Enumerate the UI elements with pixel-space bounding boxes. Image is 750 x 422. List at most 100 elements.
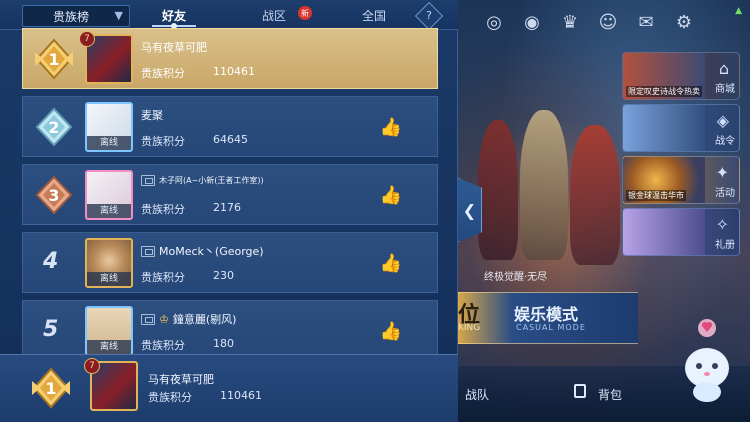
rank-number: 4 [43,249,59,274]
rank-type-label: 贵族榜 [53,9,90,24]
tab-national[interactable]: 全国 [362,7,386,24]
my-rank-number: 1 [45,379,56,398]
tab-region[interactable]: 战区 [262,7,286,24]
casual-mode-button[interactable]: 位 KING 娱乐模式 CASUAL MODE [458,292,638,344]
offline-label: 离线 [87,136,131,150]
my-score-value: 110461 [220,389,262,402]
noble-level-badge: 7 [84,358,100,374]
team-icon [141,175,155,186]
crown-icon: ♔ [159,312,169,326]
wifi-icon: ▲ [735,6,742,16]
active-tab-indicator [152,23,196,29]
mail-icon[interactable]: ✉ [632,8,660,36]
team-button[interactable]: 战队 [465,386,489,403]
gear-icon[interactable]: ⚙ [670,8,698,36]
player-name: MoMeck丶(George) [159,245,264,258]
leaderboard-row[interactable]: 4 离线 MoMeck丶(George) 贵族积分 230 👍 [22,232,438,293]
my-score-label: 贵族积分 [148,391,192,404]
hero-figure [570,125,620,265]
help-button[interactable]: ? [414,1,444,31]
score-value: 110461 [213,65,255,78]
new-badge: 新 [298,6,312,20]
avatar[interactable]: 离线 [85,238,133,288]
player-name-wrap: 麦聚 [141,107,163,123]
gift-icon: ✧ [715,215,729,234]
offline-label: 离线 [87,272,131,286]
casual-mode-title: 娱乐模式 [514,305,579,324]
player-name: 木子阿(A~小新(王者工作室)) [159,176,264,185]
leaderboard-row[interactable]: 1 7 马有夜草可肥 贵族积分 110461 [22,28,438,89]
tile-gift-label: 礼册 [715,240,735,251]
side-tiles: ⌂ 商城 限定叹史诗战令热卖 ◈ 战令 ✦ 活动 银金球温击华市 ✧ 礼册 [622,52,740,260]
eye-icon[interactable]: ◉ [518,8,546,36]
noble-level-badge: 7 [79,31,95,47]
events-icon: ✦ [715,163,729,182]
my-rank-bar[interactable]: 1 7 马有夜草可肥 贵族积分 110461 [0,354,458,422]
my-name: 马有夜草可肥 [148,373,214,386]
avatar[interactable]: 离线 [85,170,133,220]
top-icon-bar: ◎ ◉ ♛ ☺ ✉ ⚙ [480,8,698,36]
tile-shop-label: 商城 [715,84,735,95]
score-value: 2176 [213,201,241,214]
score-value: 180 [213,337,234,350]
thumbs-up-icon[interactable]: 👍 [379,321,403,343]
shop-icon: ⌂ [718,59,729,78]
player-name: 鐘意麗(剔风) [172,313,237,326]
avatar[interactable]: 离线 [85,102,133,152]
leaderboard-row[interactable]: 5 离线 ♔ 鐘意麗(剔风) 贵族积分 180 👍 [22,300,438,361]
rank-number: 5 [43,317,59,342]
silver-medal-icon: 2 [35,107,73,147]
hero-figure [478,120,518,260]
pet-mascot[interactable] [672,316,742,404]
trophy-icon[interactable]: ♛ [556,8,584,36]
tile-battlepass[interactable]: ◈ 战令 [622,104,740,152]
offline-label: 离线 [87,204,131,218]
player-name: 麦聚 [141,109,163,122]
rank-type-dropdown[interactable]: 贵族榜 ▼ [22,5,130,27]
leaderboard-list: 1 7 马有夜草可肥 贵族积分 110461 2 离线 麦聚 贵族积分 6464… [22,28,438,368]
target-icon[interactable]: ◎ [480,8,508,36]
help-icon: ? [426,9,432,22]
gold-medal-icon: 1 [32,367,70,409]
leaderboard-row[interactable]: 2 离线 麦聚 贵族积分 64645 👍 [22,96,438,157]
chevron-down-icon: ▼ [114,9,123,22]
tab-friends[interactable]: 好友 [162,7,186,24]
tabs-bar: 贵族榜 ▼ 好友 战区 新 全国 ? [0,0,458,31]
friends-icon[interactable]: ☺ [594,8,622,36]
hero-awaken-text: 终极觉醒·无尽 [484,272,548,283]
rank-number: 1 [48,50,59,69]
offline-label: 离线 [87,340,131,354]
leaderboard-panel: 贵族榜 ▼ 好友 战区 新 全国 ? 1 7 马有夜草可肥 贵族积分 11046… [0,0,458,422]
leaderboard-row[interactable]: 3 离线 木子阿(A~小新(王者工作室)) 贵族积分 2176 👍 [22,164,438,225]
tile-events[interactable]: ✦ 活动 银金球温击华市 [622,156,740,204]
player-name-wrap: 马有夜草可肥 [141,39,207,55]
battlepass-icon: ◈ [716,111,729,130]
rank-number: 2 [48,118,59,137]
thumbs-up-icon[interactable]: 👍 [379,253,403,275]
score-label: 贵族积分 [141,203,185,216]
casual-mode-subtitle: CASUAL MODE [516,323,586,332]
bag-icon [574,384,586,398]
team-icon [141,313,155,325]
tile-gift[interactable]: ✧ 礼册 [622,208,740,256]
tile-events-caption: 银金球温击华市 [626,190,686,201]
rank-number: 3 [48,186,59,205]
thumbs-up-icon[interactable]: 👍 [379,185,403,207]
thumbs-up-icon[interactable]: 👍 [379,117,403,139]
gold-medal-icon: 1 [35,38,73,80]
tile-battlepass-label: 战令 [715,136,735,147]
score-label: 贵族积分 [141,271,185,284]
bag-button[interactable]: 背包 [598,386,622,403]
ranked-mode-sub: KING [458,323,481,333]
score-value: 64645 [213,133,248,146]
player-name-wrap: 木子阿(A~小新(王者工作室)) [141,175,264,186]
tile-shop[interactable]: ⌂ 商城 限定叹史诗战令热卖 [622,52,740,100]
collapse-panel-button[interactable]: ❮ [458,178,482,242]
score-label: 贵族积分 [141,67,185,80]
bronze-medal-icon: 3 [35,175,73,215]
player-name-wrap: ♔ 鐘意麗(剔风) [141,311,236,327]
avatar[interactable]: 离线 [85,306,133,356]
player-name: 马有夜草可肥 [141,41,207,54]
chevron-left-icon: ❮ [462,200,477,220]
score-label: 贵族积分 [141,135,185,148]
